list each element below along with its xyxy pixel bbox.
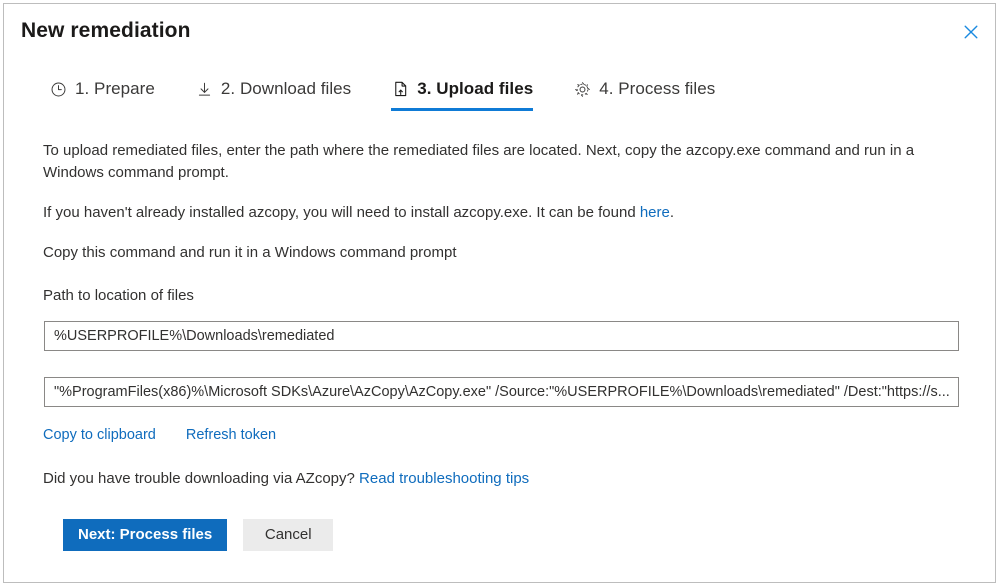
close-icon	[963, 24, 979, 40]
intro-paragraph: To upload remediated files, enter the pa…	[43, 142, 915, 181]
next-process-files-button[interactable]: Next: Process files	[63, 519, 228, 551]
command-actions: Copy to clipboard Refresh token	[43, 427, 276, 443]
troubleshooting-text: Did you have trouble downloading via AZc…	[43, 470, 360, 487]
tab-download-files-label: 2. Download files	[220, 79, 352, 98]
page-title: New remediation	[21, 19, 191, 42]
clock-icon	[49, 80, 68, 99]
new-remediation-dialog: New remediation 1. Prepare 2. Download f…	[3, 3, 996, 583]
tab-process-files-label: 4. Process files	[599, 79, 716, 98]
azcopy-install-text-before: If you haven't already installed azcopy,…	[43, 204, 640, 221]
azcopy-install-text-after: .	[669, 204, 675, 221]
tab-download-files[interactable]: 2. Download files	[195, 76, 351, 111]
tab-process-files[interactable]: 4. Process files	[573, 76, 715, 111]
azcopy-install-paragraph: If you haven't already installed azcopy,…	[43, 202, 923, 224]
tab-prepare-label: 1. Prepare	[75, 79, 155, 98]
dialog-header: New remediation	[4, 4, 995, 60]
dialog-footer-buttons: Next: Process files Cancel	[63, 519, 334, 551]
azcopy-command-input[interactable]	[44, 377, 959, 407]
tab-upload-files-label: 3. Upload files	[417, 79, 534, 98]
close-button[interactable]	[955, 16, 987, 48]
copy-command-instruction: Copy this command and run it in a Window…	[43, 244, 457, 261]
dialog-body: To upload remediated files, enter the pa…	[4, 129, 995, 551]
here-link[interactable]: here	[640, 204, 670, 221]
tab-prepare[interactable]: 1. Prepare	[49, 76, 155, 111]
cancel-button[interactable]: Cancel	[243, 519, 334, 551]
copy-to-clipboard-link[interactable]: Copy to clipboard	[43, 427, 156, 443]
read-troubleshooting-tips-link[interactable]: Read troubleshooting tips	[359, 470, 529, 487]
download-icon	[195, 80, 214, 99]
path-field-label: Path to location of files	[43, 287, 194, 304]
path-input[interactable]	[44, 321, 959, 351]
gear-icon	[573, 80, 592, 99]
tab-upload-files[interactable]: 3. Upload files	[391, 76, 534, 111]
wizard-tabs: 1. Prepare 2. Download files 3. Upload f…	[49, 76, 755, 111]
upload-file-icon	[391, 80, 410, 99]
refresh-token-link[interactable]: Refresh token	[186, 427, 276, 443]
troubleshooting-row: Did you have trouble downloading via AZc…	[43, 469, 529, 489]
